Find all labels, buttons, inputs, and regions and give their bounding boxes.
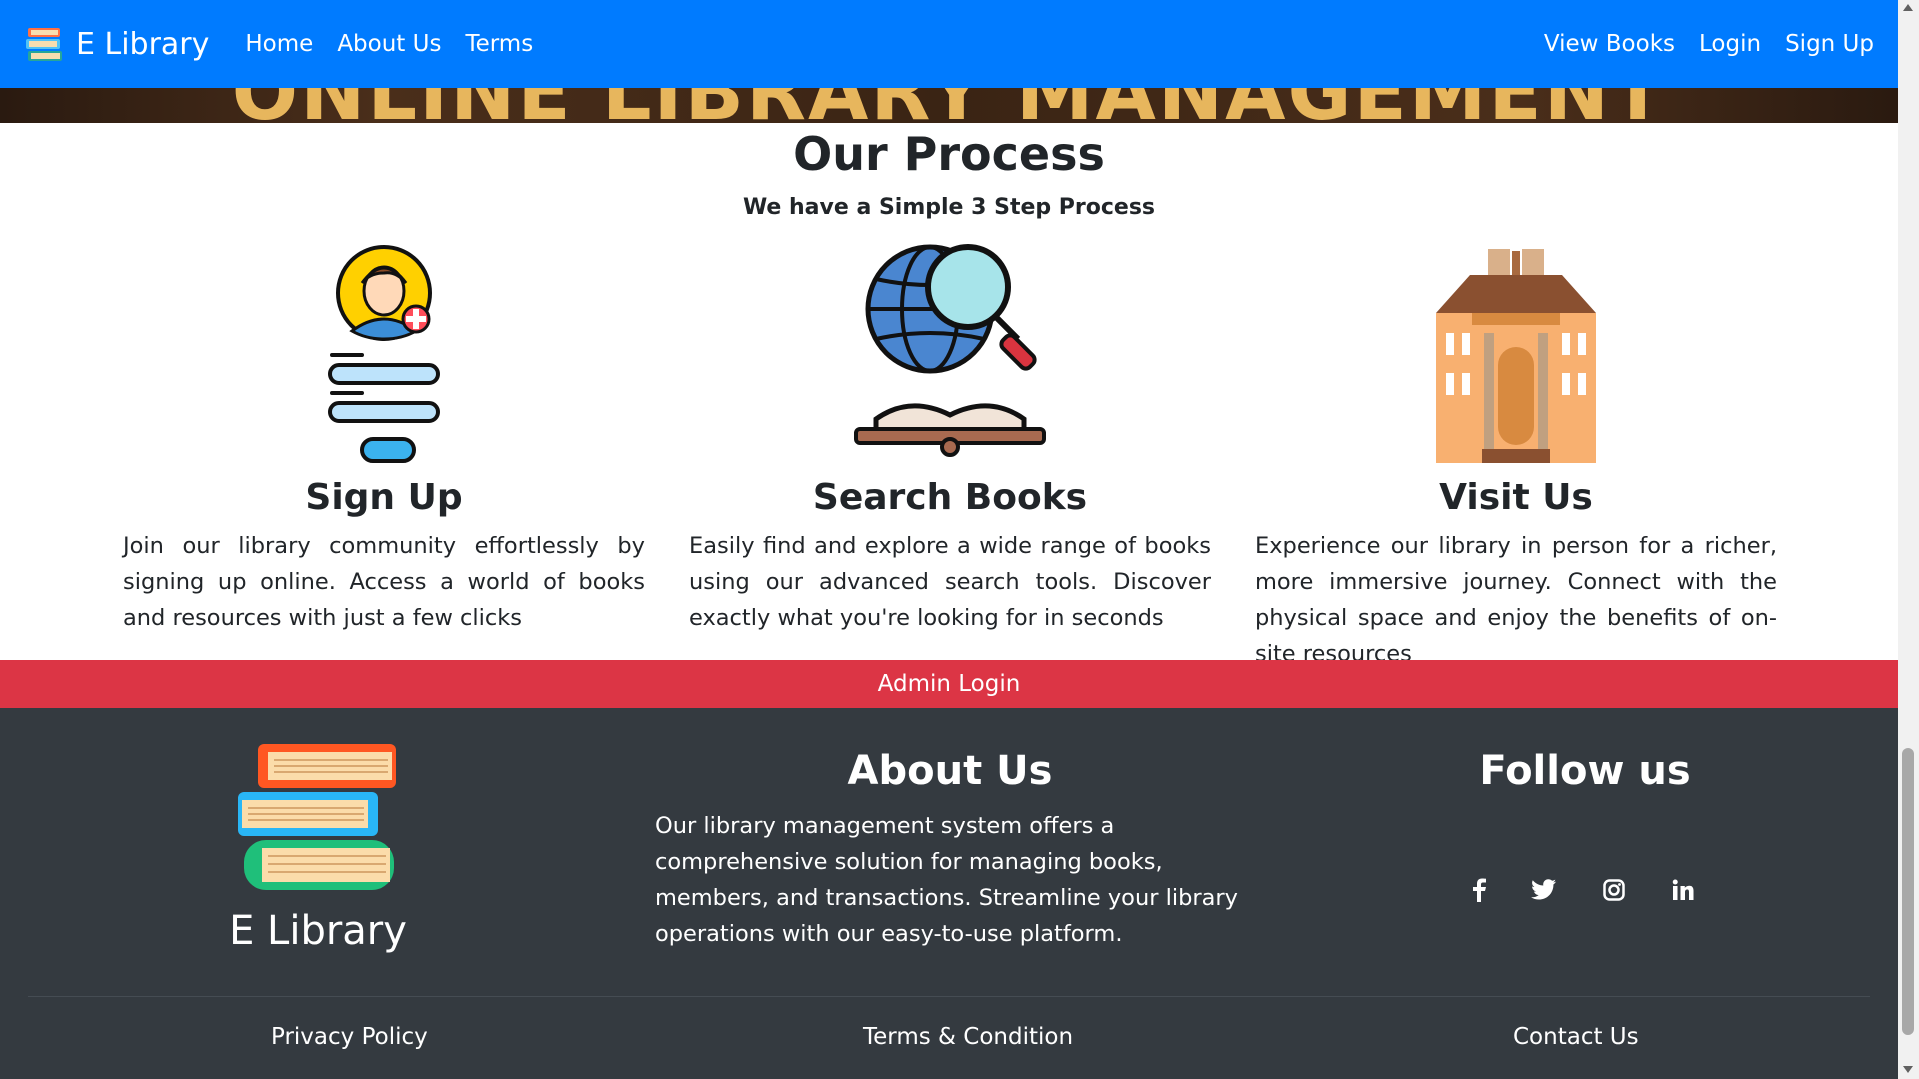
banner-title: ONLINE LIBRARY MANAGEMENT	[0, 88, 1898, 123]
privacy-policy-link[interactable]: Privacy Policy	[271, 1024, 428, 1050]
terms-condition-link[interactable]: Terms & Condition	[863, 1024, 1073, 1050]
footer-about-text: Our library management system offers a c…	[655, 813, 1238, 947]
nav-view-books[interactable]: View Books	[1544, 31, 1675, 57]
footer-follow-title: Follow us	[1479, 748, 1691, 794]
scroll-down-arrow-icon[interactable]	[1903, 1066, 1913, 1073]
step-description: Join our library community effortlessly …	[123, 533, 645, 631]
page-scrollbar[interactable]	[1898, 0, 1919, 1079]
step-search-books: Search Books Easily find and explore a w…	[689, 243, 1211, 636]
nav-terms[interactable]: Terms	[465, 31, 533, 57]
instagram-icon[interactable]	[1594, 870, 1634, 910]
library-building-icon	[1436, 249, 1596, 463]
footer-brand: E Library	[229, 908, 407, 954]
brand-name: E Library	[76, 26, 210, 62]
step-description: Easily find and explore a wide range of …	[689, 533, 1211, 631]
scroll-up-arrow-icon[interactable]	[1903, 4, 1913, 11]
facebook-icon[interactable]	[1459, 870, 1499, 910]
twitter-icon[interactable]	[1524, 870, 1564, 910]
step-title: Visit Us	[1439, 477, 1593, 518]
brand-link[interactable]: E Library	[24, 23, 209, 65]
globe-search-book-icon	[854, 244, 1046, 457]
contact-us-link[interactable]: Contact Us	[1513, 1024, 1639, 1050]
process-title: Our Process	[793, 127, 1105, 181]
nav-login[interactable]: Login	[1699, 31, 1761, 57]
hero-banner: ONLINE LIBRARY MANAGEMENT	[0, 88, 1898, 123]
footer: E Library About Us Our library managemen…	[0, 708, 1898, 1079]
footer-about-title: About Us	[847, 748, 1053, 794]
linkedin-icon[interactable]	[1663, 870, 1703, 910]
books-stack-icon	[26, 28, 62, 61]
footer-divider	[28, 996, 1870, 997]
step-visit-us: Visit Us Experience our library in perso…	[1255, 243, 1777, 672]
nav-about-us[interactable]: About Us	[337, 31, 441, 57]
step-title: Sign Up	[305, 477, 463, 518]
books-stack-icon	[238, 744, 396, 890]
navbar: E Library Home About Us Terms View Books…	[0, 0, 1898, 88]
nav-right-group: View Books Login Sign Up	[1520, 31, 1874, 57]
nav-sign-up[interactable]: Sign Up	[1785, 31, 1874, 57]
user-signup-icon	[328, 245, 440, 463]
admin-login-button[interactable]: Admin Login	[0, 660, 1898, 708]
step-title: Search Books	[812, 477, 1088, 518]
step-sign-up: Sign Up Join our library community effor…	[123, 243, 645, 636]
nav-home[interactable]: Home	[245, 31, 313, 57]
process-subtitle: We have a Simple 3 Step Process	[742, 195, 1156, 220]
scrollbar-thumb[interactable]	[1902, 748, 1914, 1035]
step-description: Experience our library in person for a r…	[1255, 533, 1777, 667]
process-section: Our Process We have a Simple 3 Step Proc…	[0, 123, 1898, 667]
